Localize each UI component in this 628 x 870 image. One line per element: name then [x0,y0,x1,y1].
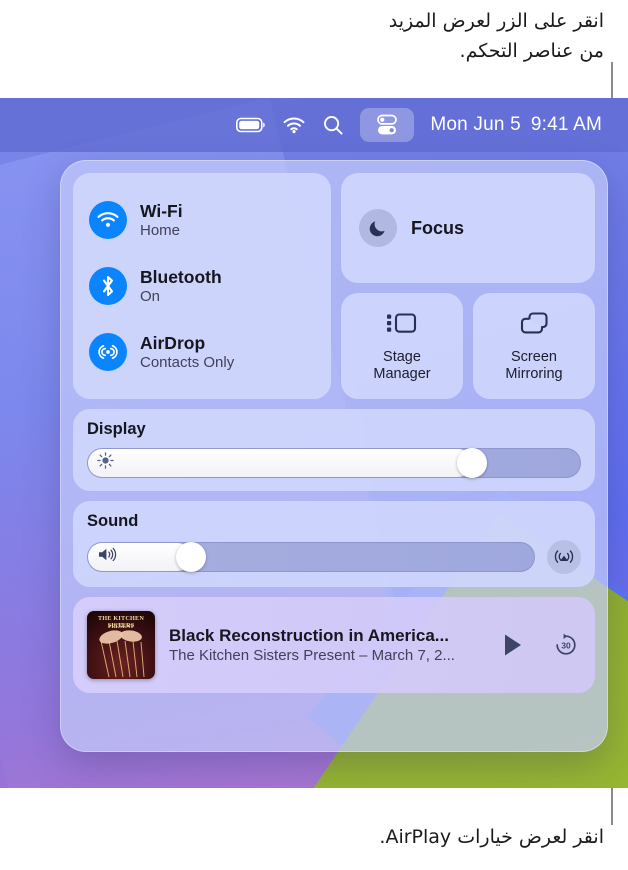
track-info: Black Reconstruction in America... The K… [169,625,487,666]
screenshot-root: انقر على الزر لعرض المزيد من عناصر التحك… [0,0,628,870]
airdrop-title: AirDrop [140,332,206,353]
control-center-panel: Wi-Fi Home Bluetooth On AirDrop Contacts… [60,160,608,752]
airdrop-icon [89,333,127,371]
speaker-icon [97,546,117,568]
album-artwork: THE KITCHEN SISTERS PRESENT [87,611,155,679]
svg-text:30: 30 [561,641,571,651]
display-brightness-slider[interactable] [87,448,581,478]
bluetooth-status: On [140,287,161,305]
connectivity-text-airdrop: AirDrop Contacts Only [140,333,234,372]
control-center-tiles-row: Stage Manager Screen Mirroring [341,293,595,399]
bluetooth-icon [89,267,127,305]
battery-icon[interactable] [236,117,266,133]
stage-manager-label: Stage Manager [373,349,431,382]
screen-mirroring-label: Screen Mirroring [505,349,563,382]
search-icon[interactable] [322,114,344,136]
focus-label: Focus [411,217,465,238]
bluetooth-title: Bluetooth [140,266,222,287]
desktop-wallpaper: Mon Jun 5 9:41 AM Wi-Fi Home Bluetooth O… [0,98,628,788]
connectivity-text-wifi: Wi-Fi Home [140,201,183,240]
menu-bar: Mon Jun 5 9:41 AM [0,98,628,152]
brightness-icon [97,452,114,474]
display-module: Display [73,409,595,491]
focus-tile[interactable]: Focus [341,173,595,283]
stage-manager-icon [384,309,420,342]
moon-icon [359,209,397,247]
track-title: Black Reconstruction in America... [169,625,449,645]
control-center-right-column: Focus Stage Manager Screen Mirroring [341,173,595,399]
connectivity-item-wifi[interactable]: Wi-Fi Home [73,201,331,240]
annotation-top: انقر على الزر لعرض المزيد من عناصر التحك… [388,10,604,62]
wifi-icon [89,201,127,239]
display-slider-row [87,448,581,478]
annotation-bottom: انقر لعرض خيارات AirPlay. [379,826,604,848]
screen-mirroring-icon [517,309,551,342]
menu-bar-clock[interactable]: Mon Jun 5 9:41 AM [430,114,602,136]
now-playing-module[interactable]: THE KITCHEN SISTERS PRESENT Black Recons… [73,597,595,693]
connectivity-module: Wi-Fi Home Bluetooth On AirDrop Contacts… [73,173,331,399]
track-subtitle: The Kitchen Sisters Present – March 7, 2… [169,646,455,664]
sound-volume-slider[interactable] [87,542,535,572]
display-slider-fill [88,449,472,477]
connectivity-item-airdrop[interactable]: AirDrop Contacts Only [73,333,331,372]
wifi-icon[interactable] [282,116,306,134]
wifi-status: Home [140,221,181,239]
display-slider-knob[interactable] [456,448,487,478]
stage-manager-tile[interactable]: Stage Manager [341,293,463,399]
play-icon[interactable] [501,632,525,658]
display-title: Display [87,420,146,438]
airplay-audio-icon[interactable] [547,540,581,574]
wifi-title: Wi-Fi [140,200,183,221]
sound-slider-knob[interactable] [175,542,206,572]
screen-mirroring-tile[interactable]: Screen Mirroring [473,293,595,399]
connectivity-text-bluetooth: Bluetooth On [140,267,222,306]
airdrop-status: Contacts Only [140,353,235,371]
sound-module: Sound [73,501,595,587]
control-center-top-row: Wi-Fi Home Bluetooth On AirDrop Contacts… [73,173,595,399]
connectivity-item-bluetooth[interactable]: Bluetooth On [73,267,331,306]
menu-bar-time: 9:41 AM [530,114,602,135]
skip-forward-30-icon[interactable]: 30 [553,632,579,658]
sound-slider-row [87,540,581,574]
menu-bar-date: Mon Jun 5 [430,114,521,135]
control-center-icon[interactable] [360,108,415,142]
sound-title: Sound [87,512,139,530]
